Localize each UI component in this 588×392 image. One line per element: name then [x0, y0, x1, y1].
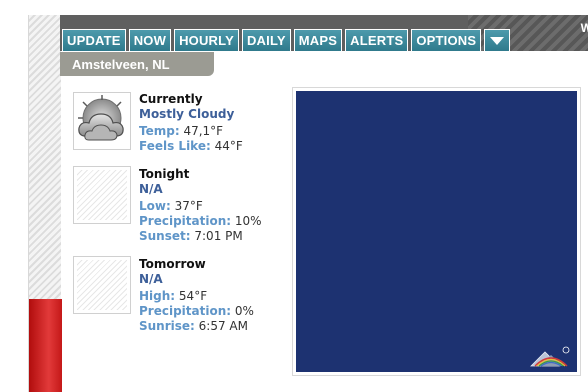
tonight-info: Tonight N/A Low: 37°F Precipitation: 10%… — [139, 167, 289, 244]
low-value: 37°F — [174, 199, 203, 213]
tomorrow-heading: Tomorrow — [139, 257, 206, 271]
temp-value: 47,1°F — [183, 124, 224, 138]
high-value: 54°F — [178, 289, 208, 303]
left-decorative-stripe — [28, 15, 62, 392]
sunrise-row: Sunrise: 6:57 AM — [139, 319, 289, 334]
temp-row: Temp: 47,1°F — [139, 124, 289, 139]
mostly-cloudy-icon — [73, 92, 131, 150]
options-button[interactable]: OPTIONS — [411, 29, 482, 52]
sunrise-value: 6:57 AM — [198, 319, 248, 333]
tonight-heading: Tonight — [139, 167, 190, 181]
tomorrow-condition: N/A — [139, 272, 163, 286]
hatch-pattern — [77, 170, 127, 220]
provider-logo-icon — [530, 346, 570, 367]
main-nav: UPDATE NOW HOURLY DAILY MAPS ALERTS OPTI… — [62, 29, 511, 52]
hourly-button[interactable]: HOURLY — [174, 29, 239, 52]
high-row: High: 54°F — [139, 289, 289, 304]
tonight-placeholder-icon — [73, 166, 131, 224]
update-button[interactable]: UPDATE — [62, 29, 126, 52]
low-label: Low: — [139, 199, 171, 213]
tomorrow-precip-row: Precipitation: 0% — [139, 304, 289, 319]
sunrise-label: Sunrise: — [139, 319, 195, 333]
hatch-pattern — [77, 260, 127, 310]
feels-like-value: 44°F — [214, 139, 243, 153]
tonight-precip-value: 10% — [234, 214, 262, 228]
alerts-button[interactable]: ALERTS — [345, 29, 409, 52]
sunset-value: 7:01 PM — [194, 229, 243, 243]
feels-like-label: Feels Like: — [139, 139, 211, 153]
tomorrow-placeholder-icon — [73, 256, 131, 314]
tomorrow-info: Tomorrow N/A High: 54°F Precipitation: 0… — [139, 257, 289, 334]
tomorrow-block: Tomorrow N/A High: 54°F Precipitation: 0… — [73, 256, 283, 336]
chevron-down-icon — [490, 36, 505, 45]
tonight-condition: N/A — [139, 182, 163, 196]
radar-map[interactable] — [296, 91, 577, 372]
red-side-bar — [29, 299, 62, 392]
radar-map-frame — [292, 87, 581, 376]
tonight-precip-label: Precipitation: — [139, 214, 232, 228]
now-button[interactable]: NOW — [128, 29, 172, 52]
tomorrow-precip-label: Precipitation: — [139, 304, 232, 318]
feels-like-row: Feels Like: 44°F — [139, 139, 289, 154]
tonight-precip-row: Precipitation: 10% — [139, 214, 289, 229]
currently-heading: Currently — [139, 92, 203, 106]
sunset-row: Sunset: 7:01 PM — [139, 229, 289, 244]
location-label: Amstelveen, NL — [60, 52, 214, 76]
tomorrow-precip-value: 0% — [234, 304, 254, 318]
low-row: Low: 37°F — [139, 199, 289, 214]
header-edge-text: W — [580, 21, 588, 35]
sunset-label: Sunset: — [139, 229, 191, 243]
currently-condition: Mostly Cloudy — [139, 107, 235, 121]
currently-block: Currently Mostly Cloudy Temp: 47,1°F Fee… — [73, 92, 283, 158]
more-dropdown-button[interactable] — [484, 29, 511, 52]
maps-button[interactable]: MAPS — [293, 29, 343, 52]
currently-info: Currently Mostly Cloudy Temp: 47,1°F Fee… — [139, 92, 289, 154]
tonight-block: Tonight N/A Low: 37°F Precipitation: 10%… — [73, 166, 283, 246]
temp-label: Temp: — [139, 124, 180, 138]
high-label: High: — [139, 289, 176, 303]
daily-button[interactable]: DAILY — [241, 29, 291, 52]
